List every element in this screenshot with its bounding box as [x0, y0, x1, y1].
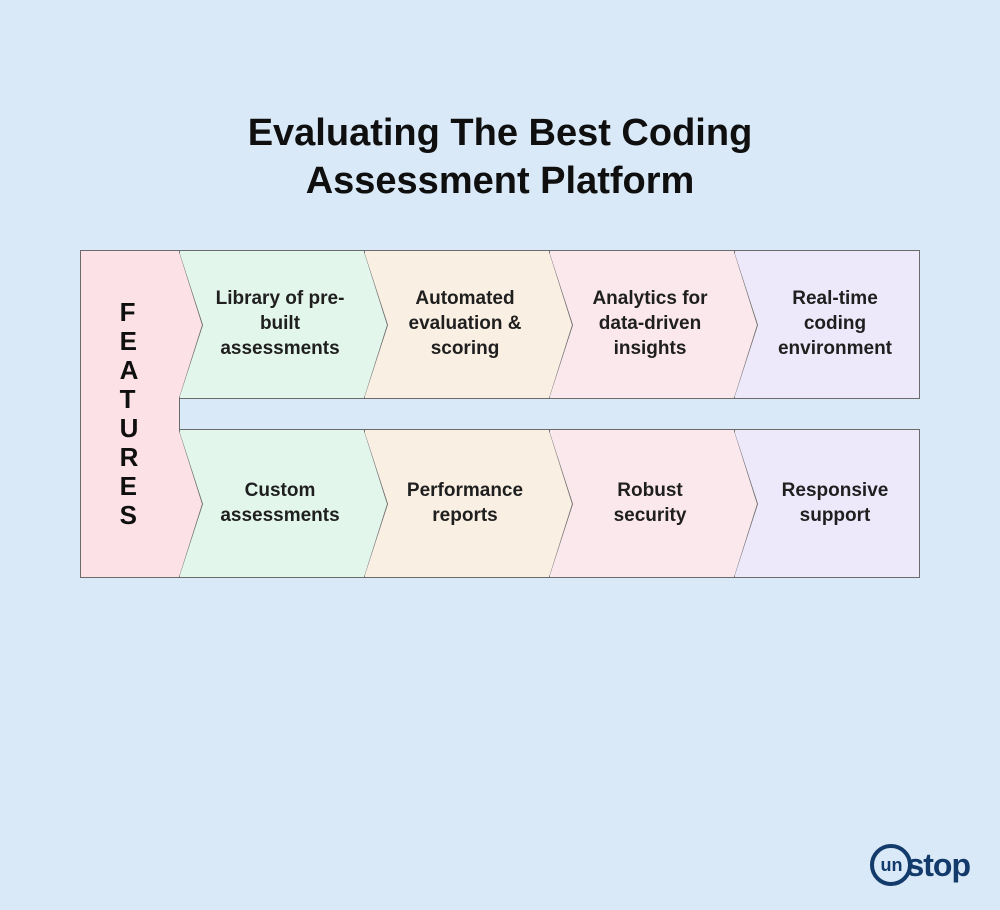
feature-library: Library of pre-built assessments: [179, 250, 365, 399]
feature-perf-reports: Performance reports: [365, 429, 550, 578]
feature-realtime-env: Real-time coding environment: [735, 250, 920, 399]
brand-logo: un stop: [870, 844, 970, 886]
features-diagram: FEATURES Library of pre-built assessment…: [80, 250, 920, 578]
title-line-1: Evaluating The Best Coding: [248, 112, 753, 154]
feature-analytics: Analytics for data-driven insights: [550, 250, 735, 399]
feature-support: Responsive support: [735, 429, 920, 578]
feature-support-label: Responsive support: [765, 479, 905, 528]
feature-custom-label: Custom assessments: [210, 479, 350, 528]
feature-custom: Custom assessments: [179, 429, 365, 578]
logo-suffix: stop: [906, 847, 970, 884]
features-label-column: FEATURES: [80, 250, 180, 578]
feature-row-1: Library of pre-built assessments Automat…: [179, 250, 920, 399]
feature-security-label: Robust security: [580, 479, 720, 528]
feature-realtime-env-label: Real-time coding environment: [765, 287, 905, 361]
feature-security: Robust security: [550, 429, 735, 578]
feature-library-label: Library of pre-built assessments: [210, 287, 350, 361]
title-line-2: Assessment Platform: [306, 160, 695, 202]
feature-auto-eval: Automated evaluation & scoring: [365, 250, 550, 399]
feature-rows: Library of pre-built assessments Automat…: [179, 250, 920, 578]
feature-row-2: Custom assessments Performance reports R…: [179, 429, 920, 578]
feature-analytics-label: Analytics for data-driven insights: [580, 287, 720, 361]
page-title: Evaluating The Best Coding Assessment Pl…: [0, 110, 1000, 205]
feature-auto-eval-label: Automated evaluation & scoring: [395, 287, 535, 361]
feature-perf-reports-label: Performance reports: [395, 479, 535, 528]
logo-prefix: un: [880, 855, 902, 876]
features-vertical-text: FEATURES: [120, 298, 141, 531]
